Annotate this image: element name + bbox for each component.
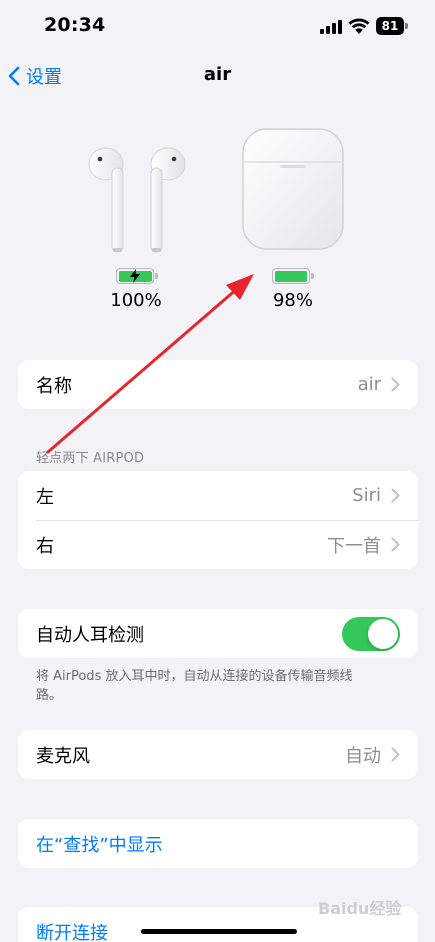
status-time: 20:34 <box>44 14 106 36</box>
airpods-earbuds-image <box>88 147 186 253</box>
name-value: air <box>357 374 381 395</box>
right-label: 右 <box>36 535 54 557</box>
microphone-label: 麦克风 <box>36 745 90 767</box>
double-tap-group: 左 Siri 右 下一首 <box>18 471 418 569</box>
device-hero: 100% 98% <box>0 120 435 320</box>
case-battery-percent: 98% <box>272 290 313 311</box>
show-in-find-my-row[interactable]: 在“查找”中显示 <box>18 819 418 868</box>
microphone-group: 麦克风 自动 <box>18 730 418 779</box>
buds-battery-icon <box>116 268 160 284</box>
navigation-bar: 设置 air <box>0 54 435 98</box>
show-in-find-my-label: 在“查找”中显示 <box>36 834 163 856</box>
chevron-right-icon <box>391 488 400 503</box>
home-indicator[interactable] <box>141 929 297 934</box>
chevron-right-icon <box>391 377 400 392</box>
name-group: 名称 air <box>18 360 418 409</box>
case-battery-fill <box>274 270 307 282</box>
ear-detection-group: 自动人耳检测 <box>18 609 418 658</box>
name-label: 名称 <box>36 375 72 397</box>
chevron-right-icon <box>391 537 400 552</box>
name-row[interactable]: 名称 air <box>18 360 418 409</box>
chevron-right-icon <box>391 747 400 762</box>
wifi-icon <box>348 18 370 34</box>
disconnect-label: 断开连接 <box>36 922 108 942</box>
left-label: 左 <box>36 486 54 508</box>
buds-battery-percent: 100% <box>110 290 162 311</box>
right-value: 下一首 <box>327 535 381 557</box>
ear-detection-toggle[interactable] <box>342 616 400 651</box>
toggle-knob <box>368 618 398 649</box>
microphone-value: 自动 <box>345 745 381 767</box>
right-airpod-row[interactable]: 右 下一首 <box>18 520 418 569</box>
left-value: Siri <box>352 485 381 506</box>
airpods-case-image <box>242 128 344 250</box>
baidu-watermark: Baidu经验 <box>318 899 402 918</box>
cellular-signal-icon <box>320 20 342 34</box>
ear-detection-label: 自动人耳检测 <box>36 624 144 646</box>
charging-bolt-icon <box>130 269 140 283</box>
microphone-row[interactable]: 麦克风 自动 <box>18 730 418 779</box>
ear-detection-row: 自动人耳检测 <box>18 609 418 658</box>
find-my-group: 在“查找”中显示 <box>18 819 418 868</box>
page-title: air <box>203 64 232 85</box>
case-battery-icon <box>272 268 316 284</box>
left-airpod-row[interactable]: 左 Siri <box>18 471 418 520</box>
double-tap-header: 轻点两下 AIRPOD <box>36 451 145 466</box>
ear-detection-footnote: 将 AirPods 放入耳中时，自动从连接的设备传输音频线路。 <box>36 669 353 703</box>
status-bar: 20:34 81 <box>0 0 435 54</box>
battery-icon: 81 <box>376 17 408 35</box>
battery-level: 81 <box>376 17 404 35</box>
